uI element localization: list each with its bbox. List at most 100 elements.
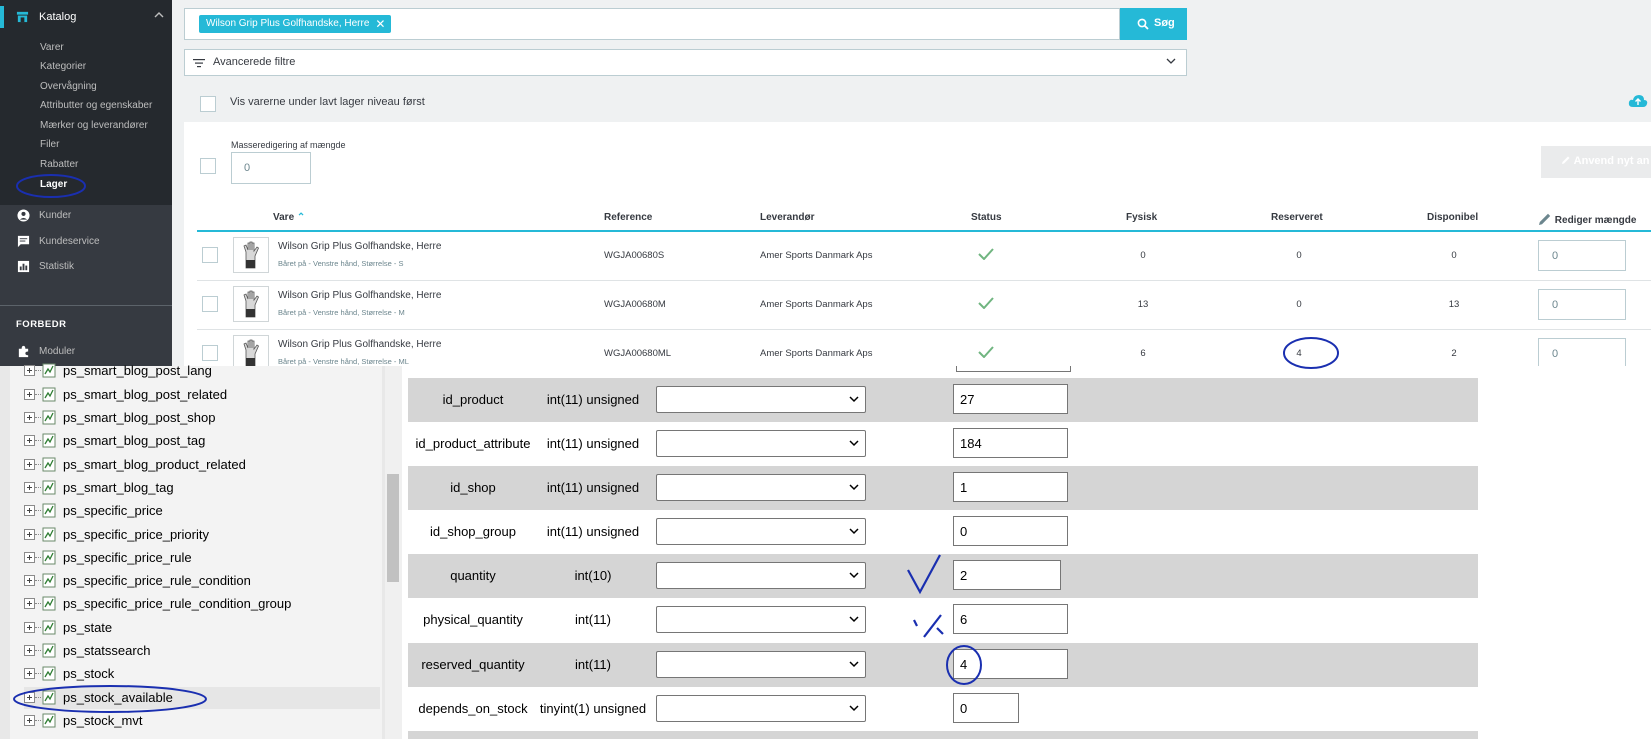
search-icon [1137, 18, 1149, 30]
tree-item[interactable]: ps_stock_mvt [24, 710, 380, 732]
product-name[interactable]: Wilson Grip Plus Golfhandske, Herre [278, 290, 441, 301]
sidebar-item-customer-service[interactable]: Kundeservice [0, 232, 172, 252]
tree-item[interactable]: ps_smart_blog_post_lang [24, 360, 380, 382]
quantity-input[interactable]: 0 [1538, 240, 1626, 271]
sidebar-subitem-products[interactable]: Varer [40, 42, 64, 53]
sidebar-item-customers[interactable]: Kunder [0, 206, 172, 226]
value-input[interactable]: 27 [953, 384, 1068, 414]
expand-icon[interactable] [24, 622, 35, 633]
function-select[interactable] [656, 430, 866, 457]
search-input[interactable]: Wilson Grip Plus Golfhandske, Herre ✕ [184, 8, 1120, 40]
column-header-reference[interactable]: Reference [604, 212, 652, 223]
field-row: reserved_quantity int(11) 4 [408, 643, 1478, 687]
close-icon[interactable]: ✕ [375, 15, 385, 33]
tree-item[interactable]: ps_statssearch [24, 640, 380, 662]
product-name[interactable]: Wilson Grip Plus Golfhandske, Herre [278, 339, 441, 350]
quantity-input[interactable]: 0 [1538, 338, 1626, 366]
tree-item[interactable]: ps_smart_blog_post_shop [24, 407, 380, 429]
field-type: int(11) unsigned [546, 436, 640, 451]
expand-icon[interactable] [24, 505, 35, 516]
tree-item[interactable]: ps_specific_price_rule_condition_group [24, 593, 380, 615]
scrollbar-thumb[interactable] [387, 474, 399, 582]
tree-item-label: ps_statssearch [63, 643, 151, 658]
sidebar-item-statistics[interactable]: Statistik [0, 257, 172, 277]
expand-icon[interactable] [24, 529, 35, 540]
value-input[interactable]: 0 [953, 516, 1068, 546]
row-checkbox[interactable] [202, 345, 218, 361]
cloud-upload-icon[interactable] [1628, 94, 1648, 108]
table-icon [42, 643, 56, 658]
row-checkbox[interactable] [202, 296, 218, 312]
sidebar-item-catalog[interactable]: Katalog [0, 6, 172, 30]
sidebar-subitem-categories[interactable]: Kategorier [40, 61, 86, 72]
column-header-reserved[interactable]: Reserveret [1271, 212, 1323, 223]
advanced-filters-toggle[interactable]: Avancerede filtre [184, 49, 1187, 76]
value-input[interactable]: 6 [953, 604, 1068, 634]
expand-icon[interactable] [24, 668, 35, 679]
function-select[interactable] [656, 386, 866, 413]
tree-item[interactable]: ps_smart_blog_post_related [24, 384, 380, 406]
column-header-product[interactable]: Vare ⌃ [273, 212, 305, 223]
column-header-status[interactable]: Status [971, 212, 1002, 223]
function-select[interactable] [656, 474, 866, 501]
sidebar-subitem-files[interactable]: Filer [40, 139, 59, 150]
search-button[interactable]: Søg [1120, 8, 1187, 40]
function-select[interactable] [656, 518, 866, 545]
product-thumbnail [233, 237, 269, 273]
tree-item[interactable]: ps_stock [24, 663, 380, 685]
product-thumbnail [233, 286, 269, 322]
select-all-checkbox[interactable] [200, 158, 216, 174]
expand-icon[interactable] [24, 459, 35, 470]
tree-item[interactable]: ps_state [24, 617, 380, 639]
tree-item[interactable]: ps_specific_price_rule_condition [24, 570, 380, 592]
column-header-physical[interactable]: Fysisk [1126, 212, 1157, 223]
tree-item[interactable]: ps_smart_blog_tag [24, 477, 380, 499]
value-input[interactable]: 0 [953, 693, 1019, 723]
tree-item-label: ps_smart_blog_tag [63, 480, 174, 495]
tree-item[interactable]: ps_smart_blog_product_related [24, 454, 380, 476]
apply-button[interactable]: Anvend nyt an [1541, 146, 1651, 178]
function-select[interactable] [656, 606, 866, 633]
expand-icon[interactable] [24, 598, 35, 609]
sidebar-subitem-attributes[interactable]: Attributter og egenskaber [40, 100, 152, 111]
expand-icon[interactable] [24, 552, 35, 563]
tree-item[interactable]: ps_specific_price [24, 500, 380, 522]
expand-icon[interactable] [24, 435, 35, 446]
value-input[interactable]: 1 [953, 472, 1068, 502]
function-select[interactable] [656, 562, 866, 589]
column-header-available[interactable]: Disponibel [1427, 212, 1478, 223]
sidebar-subitem-discounts[interactable]: Rabatter [40, 159, 78, 170]
sidebar-subitem-monitoring[interactable]: Overvågning [40, 81, 97, 92]
tree-item-label: ps_state [63, 620, 113, 635]
sidebar-item-modules[interactable]: Moduler [0, 342, 172, 362]
table-icon [42, 666, 56, 681]
expand-icon[interactable] [24, 365, 35, 376]
bulk-quantity-input[interactable]: 0 [231, 152, 311, 184]
expand-icon[interactable] [24, 482, 35, 493]
tree-item[interactable]: ps_smart_blog_post_tag [24, 430, 380, 452]
expand-icon[interactable] [24, 389, 35, 400]
tree-item[interactable]: ps_specific_price_rule [24, 547, 380, 569]
row-checkbox[interactable] [202, 247, 218, 263]
expand-icon[interactable] [24, 412, 35, 423]
column-header-supplier[interactable]: Leverandør [760, 212, 814, 223]
supplier-cell: Amer Sports Danmark Aps [760, 348, 873, 359]
value-input[interactable]: 2 [953, 560, 1061, 590]
expand-icon[interactable] [24, 692, 35, 703]
product-name[interactable]: Wilson Grip Plus Golfhandske, Herre [278, 241, 441, 252]
low-stock-checkbox[interactable] [200, 96, 216, 112]
expand-icon[interactable] [24, 645, 35, 656]
expand-icon[interactable] [24, 715, 35, 726]
tree-item[interactable]: ps_specific_price_priority [24, 524, 380, 546]
value-input[interactable]: 4 [953, 649, 1068, 679]
sidebar-subitem-stock[interactable]: Lager [40, 179, 67, 190]
previous-field-input[interactable] [956, 366, 1071, 372]
quantity-input[interactable]: 0 [1538, 289, 1626, 320]
function-select[interactable] [656, 695, 866, 722]
value-input[interactable]: 184 [953, 428, 1068, 458]
function-select[interactable] [656, 651, 866, 678]
expand-icon[interactable] [24, 575, 35, 586]
sidebar-subitem-brands[interactable]: Mærker og leverandører [40, 120, 148, 131]
tree-item-selected[interactable]: ps_stock_available [24, 687, 380, 709]
tree-item-label: ps_specific_price_priority [63, 527, 209, 542]
